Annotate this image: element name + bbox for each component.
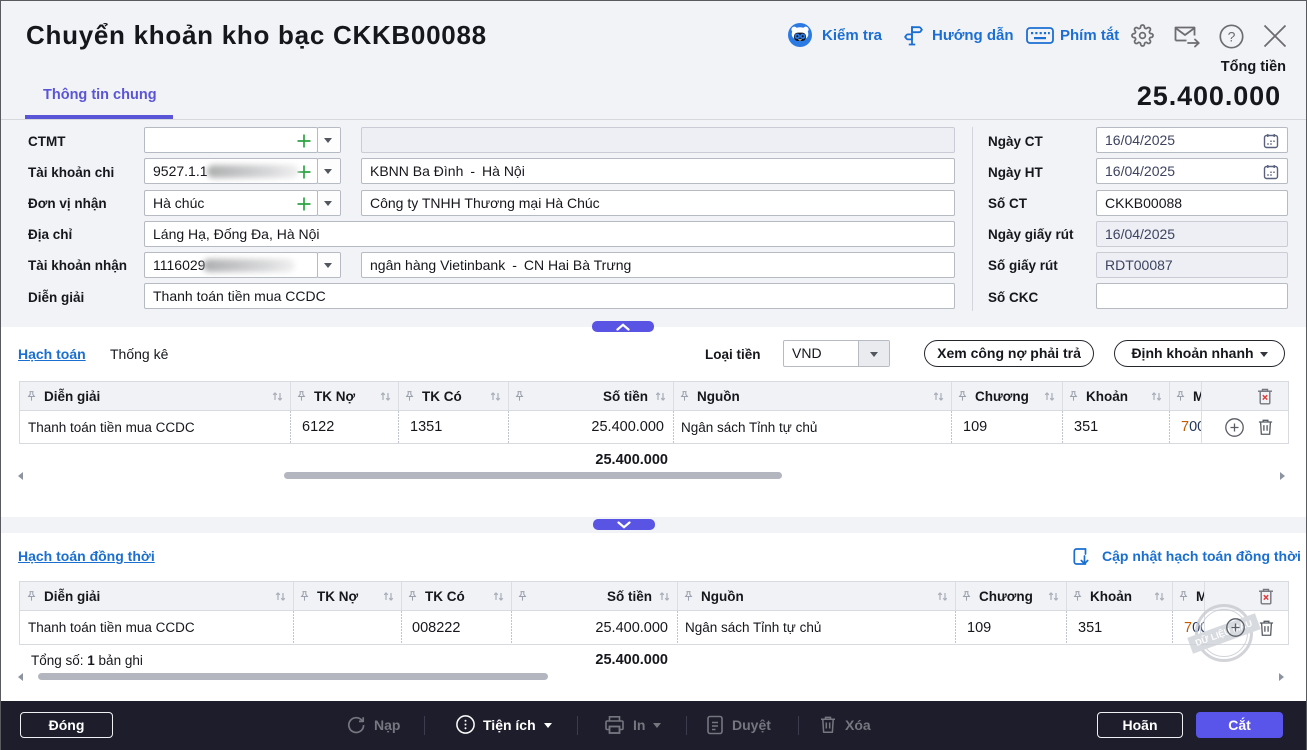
svg-text:?: ? [1228,28,1236,44]
